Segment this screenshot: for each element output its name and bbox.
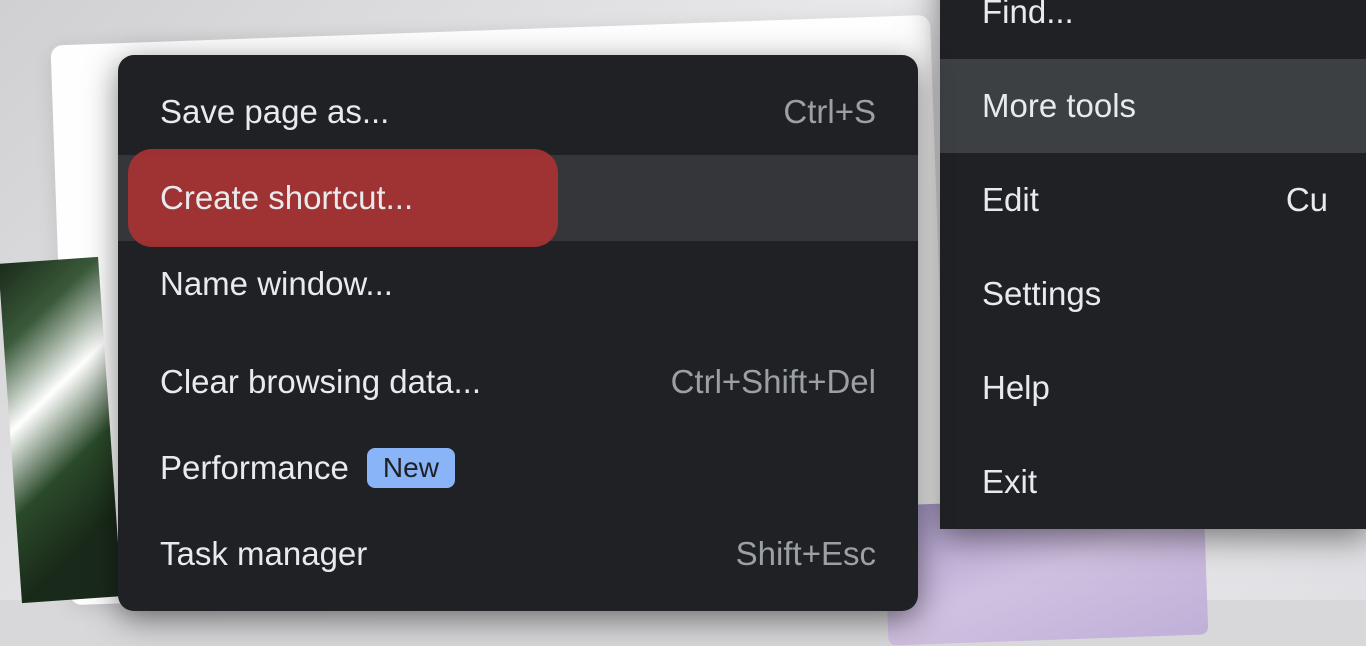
- menu-shortcut: Ctrl+Shift+Del: [671, 363, 876, 401]
- more-tools-submenu: Save page as... Ctrl+S Create shortcut..…: [118, 55, 918, 611]
- menu-item-exit[interactable]: Exit: [940, 435, 1366, 529]
- new-badge: New: [367, 448, 455, 488]
- menu-item-find[interactable]: Find...: [940, 0, 1366, 59]
- menu-label: Settings: [982, 275, 1101, 313]
- menu-item-create-shortcut[interactable]: Create shortcut...: [118, 155, 918, 241]
- menu-shortcut: Cu: [1286, 181, 1328, 219]
- menu-label: Find...: [982, 0, 1074, 31]
- menu-item-more-tools[interactable]: More tools: [940, 59, 1366, 153]
- menu-label: Clear browsing data...: [160, 363, 481, 401]
- menu-item-name-window[interactable]: Name window...: [118, 241, 918, 327]
- menu-label: Name window...: [160, 265, 393, 303]
- chrome-main-menu: Find... More tools Edit Cu Settings Help…: [940, 0, 1366, 529]
- menu-label: More tools: [982, 87, 1136, 125]
- menu-item-help[interactable]: Help: [940, 341, 1366, 435]
- menu-item-clear-browsing-data[interactable]: Clear browsing data... Ctrl+Shift+Del: [118, 339, 918, 425]
- menu-label: Help: [982, 369, 1050, 407]
- menu-label: Task manager: [160, 535, 367, 573]
- menu-item-edit[interactable]: Edit Cu: [940, 153, 1366, 247]
- menu-shortcut: Ctrl+S: [783, 93, 876, 131]
- menu-label: Create shortcut...: [160, 179, 413, 217]
- menu-item-performance[interactable]: Performance New: [118, 425, 918, 511]
- menu-item-settings[interactable]: Settings: [940, 247, 1366, 341]
- menu-label: Performance: [160, 449, 349, 487]
- menu-label: Exit: [982, 463, 1037, 501]
- menu-label: Save page as...: [160, 93, 389, 131]
- menu-label: Edit: [982, 181, 1039, 219]
- menu-item-task-manager[interactable]: Task manager Shift+Esc: [118, 511, 918, 597]
- menu-spacer: [118, 327, 918, 339]
- menu-item-save-page-as[interactable]: Save page as... Ctrl+S: [118, 69, 918, 155]
- menu-shortcut: Shift+Esc: [736, 535, 876, 573]
